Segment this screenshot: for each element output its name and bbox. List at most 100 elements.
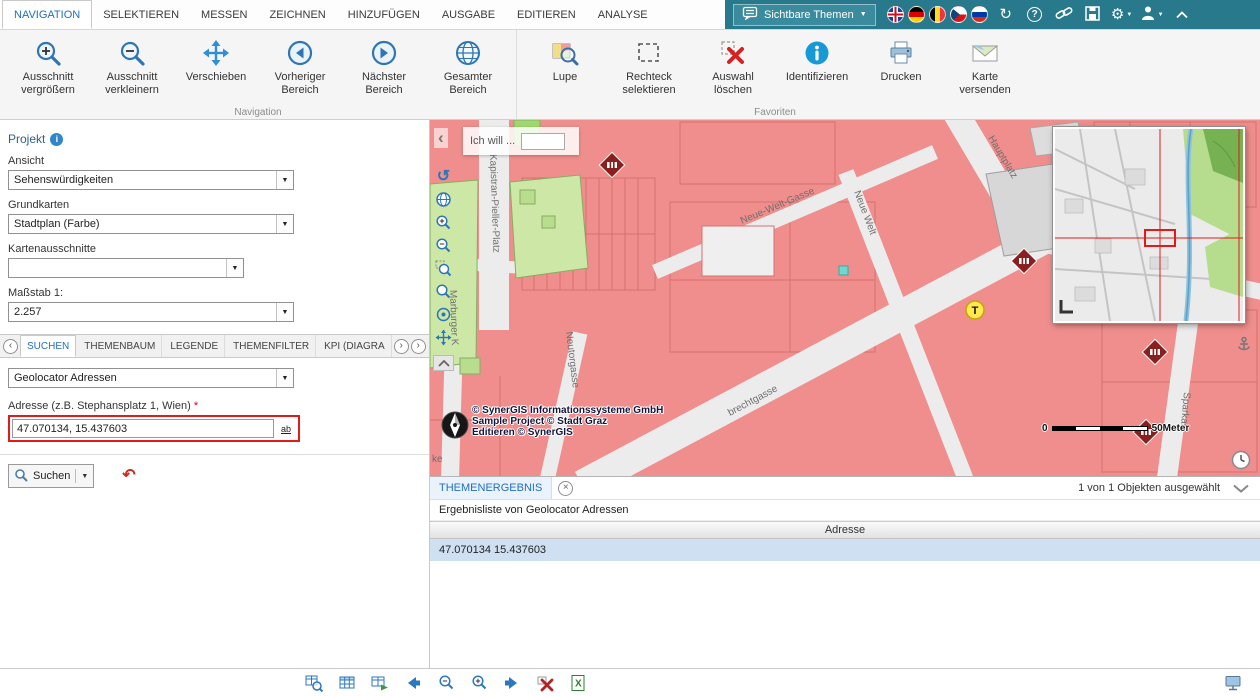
- globe-button[interactable]: [433, 189, 454, 210]
- map-zoom-in-button[interactable]: [433, 212, 454, 233]
- identify-button[interactable]: Identifizieren: [775, 32, 859, 104]
- visible-themes-button[interactable]: Sichtbare Themen ▼: [733, 4, 876, 26]
- menubar-right: Sichtbare Themen ▼ ↻ ? ⚙ ▼ ▼: [725, 0, 1260, 29]
- collapse-results-button[interactable]: [1230, 478, 1252, 498]
- select-rectangle-button[interactable]: Rechteck selektieren: [607, 32, 691, 104]
- flag-german-icon[interactable]: [908, 6, 925, 23]
- pan-button[interactable]: Verschieben: [174, 32, 258, 104]
- user-menu-button[interactable]: ▼: [1140, 3, 1164, 27]
- next-result-button[interactable]: [501, 673, 523, 693]
- zoom-window-button[interactable]: [433, 258, 454, 279]
- tab-ausgabe[interactable]: AUSGABE: [431, 0, 506, 29]
- flag-english-icon[interactable]: [887, 6, 904, 23]
- zoom-in-button[interactable]: Ausschnitt vergrößern: [6, 32, 90, 104]
- result-zoom-out-button[interactable]: [435, 673, 457, 693]
- refresh-button[interactable]: ↻: [995, 3, 1017, 27]
- tab-themenergebnis[interactable]: THEMENERGEBNIS: [430, 477, 552, 499]
- collapse-ribbon-button[interactable]: [1171, 3, 1193, 27]
- pan-map-button[interactable]: [433, 327, 454, 348]
- zoom-out-button[interactable]: Ausschnitt verkleinern: [90, 32, 174, 104]
- tab-navigation[interactable]: NAVIGATION: [2, 0, 92, 29]
- i-will-input[interactable]: [521, 133, 565, 150]
- map-zoom-out-button[interactable]: [433, 235, 454, 256]
- tab-kpi-diagramme[interactable]: KPI (DIAGRA: [318, 335, 392, 357]
- tab-themenbaum[interactable]: THEMENBAUM: [78, 335, 162, 357]
- ansicht-select[interactable]: Sehenswürdigkeiten ▼: [8, 170, 294, 190]
- tab-legende[interactable]: LEGENDE: [164, 335, 225, 357]
- address-input[interactable]: [12, 419, 274, 438]
- tab-themenfilter[interactable]: THEMENFILTER: [227, 335, 316, 357]
- chevron-down-icon: ▼: [276, 303, 293, 321]
- zoom-to-result-button[interactable]: [303, 673, 325, 693]
- full-extent-button[interactable]: Gesamter Bereich: [426, 32, 510, 104]
- history-clock-button[interactable]: [1231, 450, 1251, 473]
- info-icon[interactable]: i: [50, 133, 63, 146]
- send-map-button[interactable]: Karte versenden: [943, 32, 1027, 104]
- tab-scroll-right-button[interactable]: ›: [394, 339, 409, 354]
- search-icon: [14, 468, 28, 485]
- tab-messen[interactable]: MESSEN: [190, 0, 258, 29]
- previous-extent-button[interactable]: Vorheriger Bereich: [258, 32, 342, 104]
- tab-suchen[interactable]: SUCHEN: [20, 335, 76, 357]
- massstab-select[interactable]: 2.257 ▼: [8, 302, 294, 322]
- tab-scroll-left-button[interactable]: ‹: [3, 339, 18, 354]
- export-table-button[interactable]: [369, 673, 391, 693]
- collapse-map-toolbar-button[interactable]: [433, 355, 454, 371]
- save-button[interactable]: [1082, 3, 1104, 27]
- flag-belgian-icon[interactable]: [929, 6, 946, 23]
- clear-selection-icon: [719, 35, 747, 71]
- tab-overflow-button[interactable]: ›: [411, 339, 426, 354]
- result-zoom-in-button[interactable]: [468, 673, 490, 693]
- search-button[interactable]: Suchen ▼: [8, 464, 94, 488]
- flag-russian-icon[interactable]: [971, 6, 988, 23]
- select-rectangle-icon: [635, 35, 663, 71]
- tab-zeichnen[interactable]: ZEICHNEN: [259, 0, 337, 29]
- share-link-button[interactable]: [1053, 3, 1075, 27]
- remove-result-button[interactable]: [534, 673, 556, 693]
- grundkarten-label: Grundkarten: [8, 199, 421, 211]
- chevron-up-icon: [438, 360, 450, 367]
- magnifier-tool-button[interactable]: Lupe: [523, 32, 607, 104]
- print-button[interactable]: Drucken: [859, 32, 943, 104]
- ribbon-group-favoriten: Lupe Rechteck selektieren Auswahl lösche…: [516, 30, 1033, 119]
- tab-selektieren[interactable]: SELEKTIEREN: [92, 0, 190, 29]
- chevron-down-icon: ▼: [75, 469, 88, 483]
- magnifier-icon: [435, 283, 452, 300]
- ribbon-group-label: Favoriten: [517, 107, 1033, 118]
- pin-overview-button[interactable]: [1236, 336, 1252, 357]
- transit-marker[interactable]: T: [966, 301, 984, 319]
- next-extent-button[interactable]: Nächster Bereich: [342, 32, 426, 104]
- center-map-button[interactable]: [433, 304, 454, 325]
- table-row[interactable]: 47.070134 15.437603: [430, 539, 1260, 562]
- excel-icon: X: [569, 674, 587, 692]
- show-table-button[interactable]: [336, 673, 358, 693]
- screen-settings-button[interactable]: [1222, 673, 1244, 693]
- kartenausschnitte-select[interactable]: ▼: [8, 258, 244, 278]
- zoom-in-icon: [471, 674, 488, 691]
- undo-icon[interactable]: ↶: [122, 468, 135, 484]
- excel-export-button[interactable]: X: [567, 673, 589, 693]
- close-results-icon[interactable]: ×: [558, 481, 573, 496]
- pan-arrows-icon: [435, 329, 452, 346]
- previous-result-button[interactable]: [402, 673, 424, 693]
- tab-analyse[interactable]: ANALYSE: [587, 0, 659, 29]
- tab-editieren[interactable]: EDITIEREN: [506, 0, 587, 29]
- rotate-map-button[interactable]: ↺: [433, 166, 454, 187]
- grundkarten-select[interactable]: Stadtplan (Farbe) ▼: [8, 214, 294, 234]
- chevron-down-icon: ▼: [1126, 12, 1132, 18]
- collapse-sidebar-button[interactable]: ‹: [434, 128, 448, 148]
- clear-selection-button[interactable]: Auswahl löschen: [691, 32, 775, 104]
- label-tool-button[interactable]: ab: [276, 419, 296, 438]
- column-header-adresse[interactable]: Adresse: [430, 521, 1260, 539]
- flag-czech-icon[interactable]: [950, 6, 967, 23]
- clock-icon: [1231, 450, 1251, 470]
- zoom-free-button[interactable]: [433, 281, 454, 302]
- tab-hinzufuegen[interactable]: HINZUFÜGEN: [337, 0, 431, 29]
- settings-button[interactable]: ⚙ ▼: [1111, 3, 1133, 27]
- help-button[interactable]: ?: [1024, 3, 1046, 27]
- kartenausschnitte-label: Kartenausschnitte: [8, 243, 421, 255]
- menubar: NAVIGATION SELEKTIEREN MESSEN ZEICHNEN H…: [0, 0, 1260, 30]
- cyan-marker[interactable]: [839, 266, 848, 275]
- overview-map[interactable]: [1053, 127, 1245, 323]
- geolocator-select[interactable]: Geolocator Adressen ▼: [8, 368, 294, 388]
